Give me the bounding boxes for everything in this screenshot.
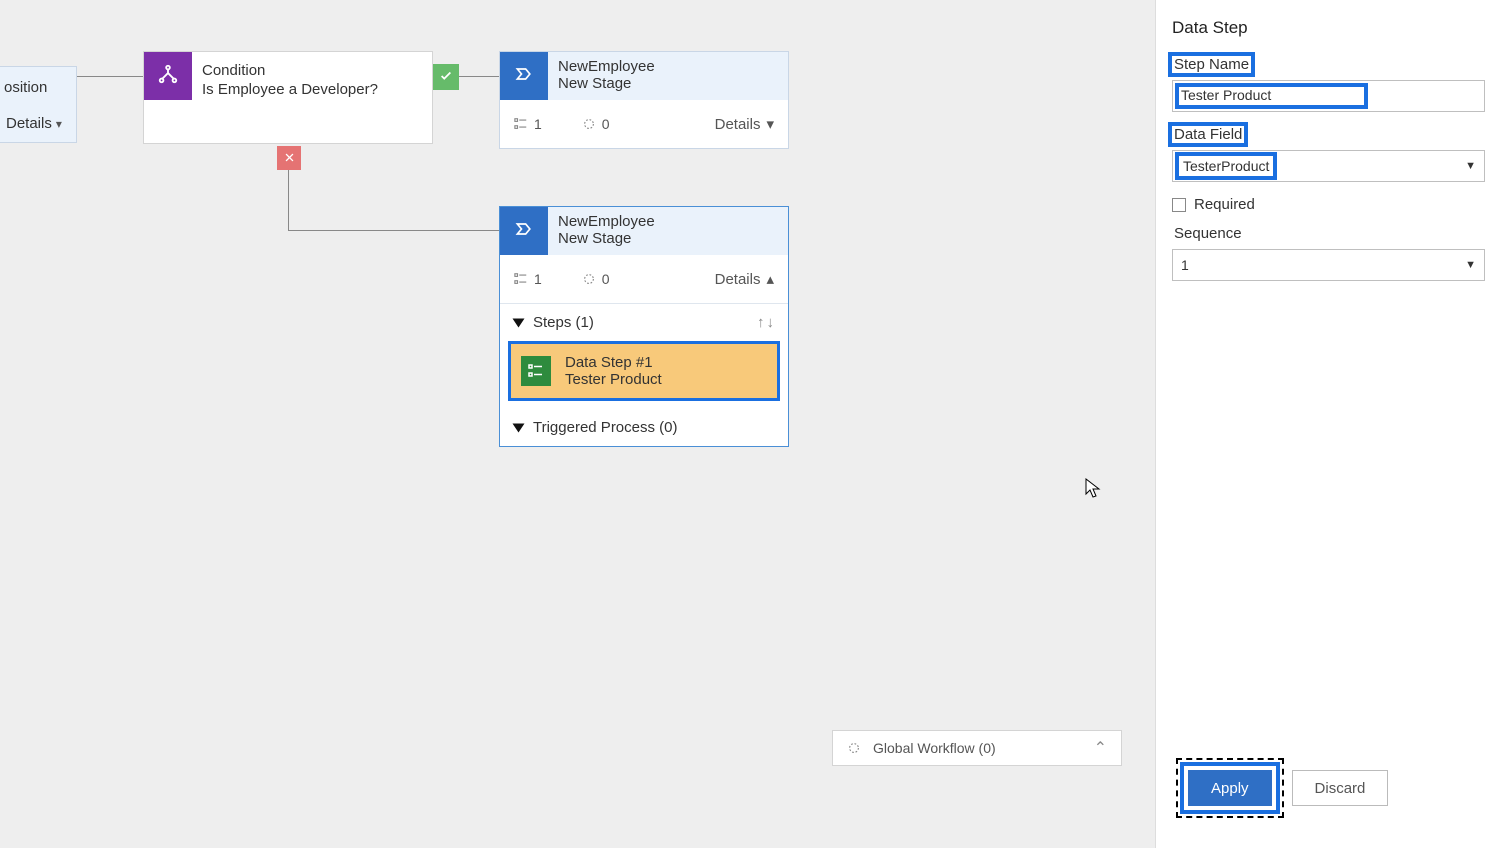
details-label: Details bbox=[715, 116, 761, 133]
step-name-input[interactable] bbox=[1181, 87, 1362, 103]
data-field-label: Data Field bbox=[1172, 126, 1244, 143]
workflow-icon bbox=[847, 741, 861, 755]
chevron-down-icon: ▼ bbox=[1465, 160, 1476, 172]
triggered-process-header[interactable]: Triggered Process (0) bbox=[500, 409, 788, 446]
details-toggle[interactable]: Details ▾ bbox=[715, 115, 774, 133]
stage-partial-title: osition bbox=[4, 79, 47, 96]
details-label: Details bbox=[715, 271, 761, 288]
chevron-up-icon: ⌃ bbox=[1094, 738, 1107, 758]
stage-name: New Stage bbox=[558, 230, 655, 247]
stage-icon-box bbox=[500, 207, 548, 255]
panel-title: Data Step bbox=[1172, 18, 1485, 38]
data-field-select[interactable]: TesterProduct ▼ bbox=[1172, 150, 1485, 182]
details-toggle[interactable]: Details ▴ bbox=[715, 270, 774, 288]
arrow-up-icon[interactable]: ↑ bbox=[757, 314, 765, 331]
check-icon bbox=[439, 69, 453, 86]
step-name-label: Step Name bbox=[1172, 56, 1251, 73]
condition-no-badge bbox=[277, 146, 301, 170]
chevron-stage-icon bbox=[514, 64, 534, 89]
condition-node[interactable]: Condition Is Employee a Developer? bbox=[143, 51, 433, 144]
triggers-count: 0 bbox=[602, 116, 610, 132]
trig-header-label: Triggered Process (0) bbox=[533, 419, 678, 436]
triggers-count: 0 bbox=[602, 271, 610, 287]
triggers-icon bbox=[582, 272, 596, 286]
arrow-down-icon[interactable]: ↓ bbox=[767, 314, 775, 331]
chevron-up-icon: ▴ bbox=[766, 270, 774, 288]
sequence-select[interactable]: 1 ▼ bbox=[1172, 249, 1485, 281]
stage-entity: NewEmployee bbox=[558, 213, 655, 230]
details-toggle[interactable]: Details ▾ bbox=[6, 115, 62, 132]
mouse-cursor bbox=[1085, 478, 1101, 500]
chevron-stage-icon bbox=[514, 219, 534, 244]
connector bbox=[77, 76, 143, 77]
data-field-value: TesterProduct bbox=[1179, 156, 1273, 176]
global-workflow-tray[interactable]: Global Workflow (0) ⌃ bbox=[832, 730, 1122, 766]
close-icon bbox=[284, 151, 295, 166]
stage-icon-box bbox=[500, 52, 548, 100]
chevron-down-icon: ▼ bbox=[1465, 259, 1476, 271]
connector bbox=[459, 76, 499, 77]
properties-panel: Data Step Step Name Data Field TesterPro… bbox=[1155, 0, 1509, 848]
condition-text: Is Employee a Developer? bbox=[202, 81, 378, 98]
step-title: Data Step #1 bbox=[565, 354, 662, 371]
condition-icon-box bbox=[144, 52, 192, 100]
steps-section-header[interactable]: Steps (1) ↑ ↓ bbox=[500, 304, 788, 341]
required-checkbox[interactable] bbox=[1172, 198, 1186, 212]
connector bbox=[288, 170, 289, 230]
steps-count: 1 bbox=[534, 116, 542, 132]
sequence-label: Sequence bbox=[1172, 225, 1244, 242]
steps-icon bbox=[514, 117, 528, 131]
apply-button[interactable]: Apply bbox=[1188, 770, 1272, 806]
condition-badge: Condition bbox=[202, 62, 378, 79]
steps-header-label: Steps (1) bbox=[533, 314, 594, 331]
triangle-down-icon bbox=[513, 423, 525, 432]
steps-icon bbox=[514, 272, 528, 286]
discard-button[interactable]: Discard bbox=[1292, 770, 1389, 806]
step-name-input-wrap[interactable] bbox=[1172, 80, 1485, 112]
condition-yes-badge bbox=[433, 64, 459, 90]
data-step-item[interactable]: Data Step #1 Tester Product bbox=[508, 341, 780, 401]
details-label: Details bbox=[6, 115, 52, 132]
stage-entity: NewEmployee bbox=[558, 58, 655, 75]
chevron-down-icon: ▾ bbox=[56, 117, 62, 131]
step-subtitle: Tester Product bbox=[565, 371, 662, 388]
tray-label: Global Workflow (0) bbox=[873, 740, 1082, 756]
sequence-value: 1 bbox=[1181, 257, 1189, 273]
data-step-icon bbox=[521, 356, 551, 386]
apply-button-highlight: Apply bbox=[1184, 766, 1276, 810]
required-label: Required bbox=[1194, 196, 1255, 213]
stage-node-1[interactable]: NewEmployee New Stage 1 0 Details ▾ bbox=[499, 51, 789, 149]
triangle-down-icon bbox=[513, 318, 525, 327]
connector bbox=[288, 230, 499, 231]
branch-icon bbox=[157, 63, 179, 90]
workflow-canvas[interactable]: osition Details ▾ Condition Is Employee … bbox=[0, 0, 1155, 848]
stage-name: New Stage bbox=[558, 75, 655, 92]
triggers-icon bbox=[582, 117, 596, 131]
steps-count: 1 bbox=[534, 271, 542, 287]
stage-node-2[interactable]: NewEmployee New Stage 1 0 Details ▴ bbox=[499, 206, 789, 447]
chevron-down-icon: ▾ bbox=[766, 115, 774, 133]
